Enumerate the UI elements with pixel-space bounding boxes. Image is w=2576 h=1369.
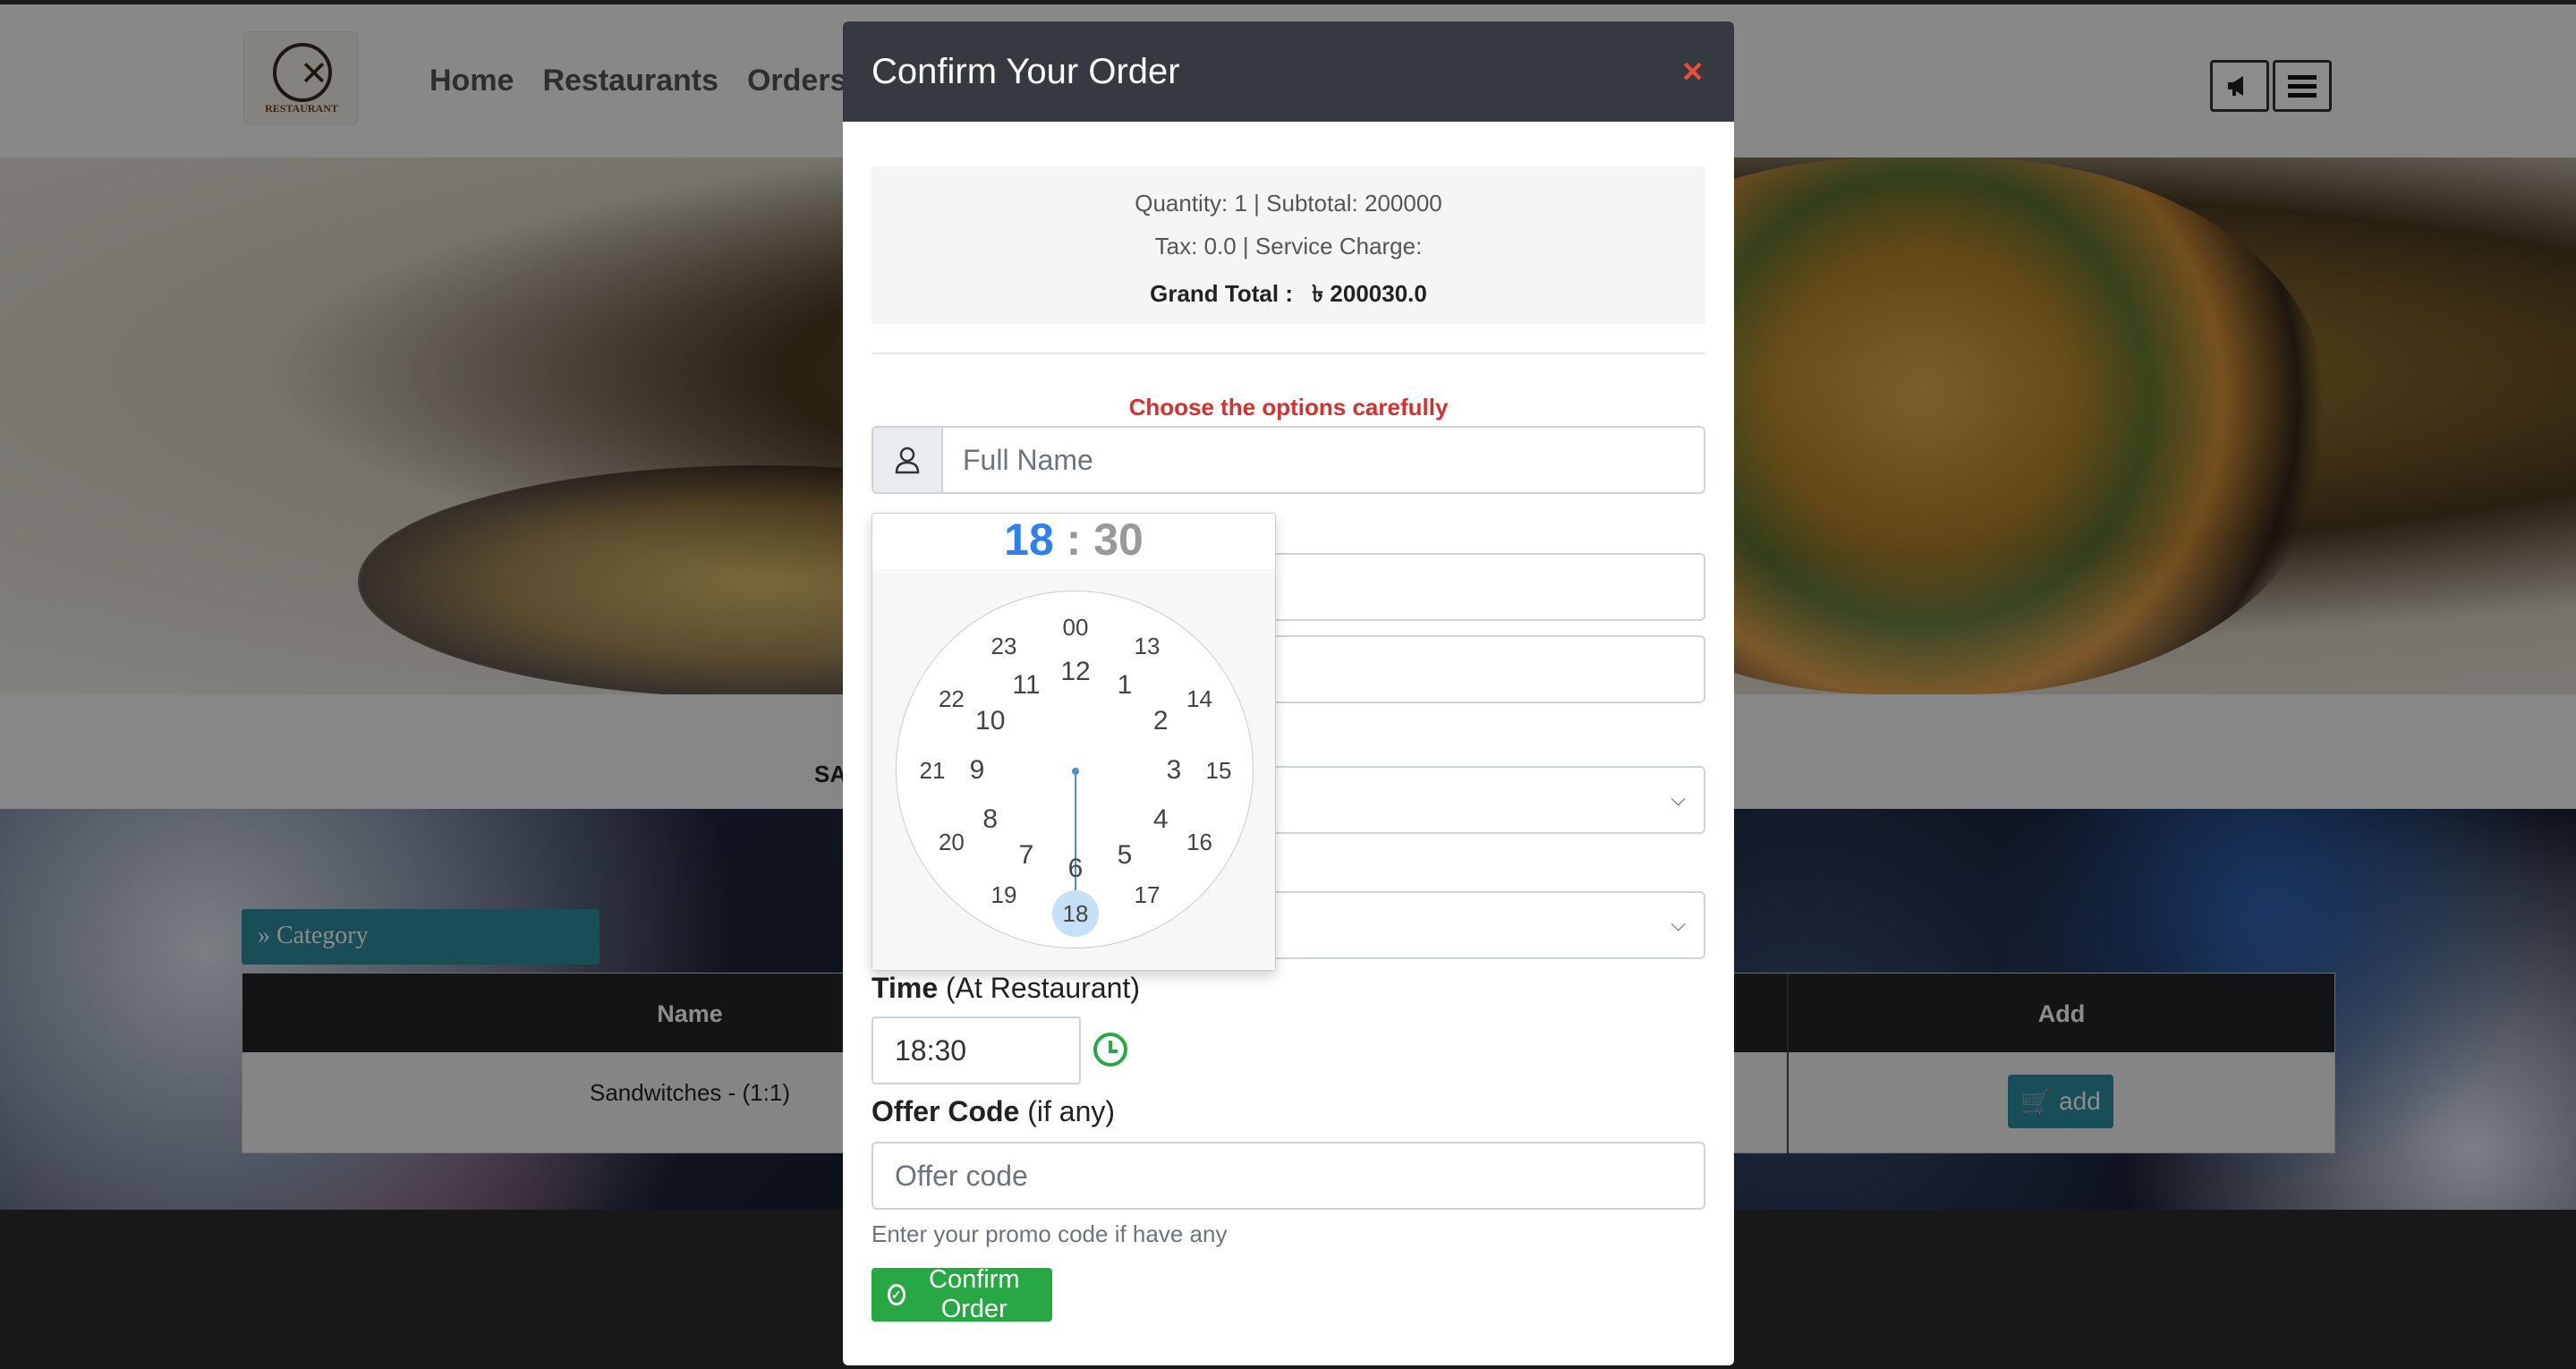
clock-hour-10[interactable]: 10 — [975, 708, 1005, 735]
time-separator: : — [1066, 514, 1082, 565]
close-button[interactable]: × — [1682, 54, 1703, 89]
clock-hour-22[interactable]: 22 — [939, 687, 965, 710]
clock-picker-body: 12 1 2 3 4 5 6 7 8 9 10 11 00 13 14 15 16 17 18 19 20 21 22 23 — [872, 569, 1275, 970]
time-label-rest: (At Restaurant) — [938, 972, 1140, 1004]
time-label: Time (At Restaurant) — [871, 972, 1140, 1005]
clock-picker-header: 18 : 30 — [872, 514, 1275, 569]
clock-hour-11[interactable]: 11 — [1012, 671, 1040, 699]
clock-hour-7[interactable]: 7 — [1019, 842, 1034, 869]
confirm-order-button[interactable]: ✓ Confirm Order — [871, 1265, 1052, 1323]
check-circle-icon: ✓ — [888, 1284, 905, 1305]
clock-hour-3[interactable]: 3 — [1167, 757, 1182, 784]
clock-hour-20[interactable]: 20 — [939, 830, 965, 854]
confirm-order-label: Confirm Order — [929, 1265, 1020, 1323]
offer-code-label: Offer Code (if any) — [871, 1095, 1115, 1128]
offer-help-text: Enter your promo code if have any — [871, 1220, 1228, 1247]
offer-label-rest: (if any) — [1019, 1095, 1116, 1127]
clock-hour-13[interactable]: 13 — [1135, 634, 1160, 658]
divider — [871, 353, 1705, 354]
clock-picker: 18 : 30 12 1 2 3 4 5 6 7 8 9 10 11 00 13 14 15 16 17 18 19 2… — [871, 513, 1276, 971]
clock-hour-17[interactable]: 17 — [1135, 883, 1160, 906]
summary-tax-service: Tax: 0.0 | Service Charge: — [1154, 233, 1423, 259]
clock-icon[interactable] — [1093, 1033, 1127, 1067]
clock-dial[interactable]: 12 1 2 3 4 5 6 7 8 9 10 11 00 13 14 15 16 17 18 19 20 21 22 23 — [896, 591, 1254, 948]
clock-center — [1072, 768, 1079, 775]
grand-total-label: Grand Total : — [1150, 280, 1293, 307]
clock-hour-2[interactable]: 2 — [1153, 708, 1169, 735]
summary-grand-total: Grand Total : ৳ 200030.0 — [871, 276, 1705, 315]
currency-icon: ৳ — [1312, 280, 1324, 307]
warning-text: Choose the options carefully — [1128, 394, 1449, 421]
clock-hour-00[interactable]: 00 — [1063, 616, 1089, 639]
clock-hour-8[interactable]: 8 — [982, 806, 998, 833]
order-summary: Quantity: 1 | Subtotal: 200000 Tax: 0.0 … — [871, 166, 1705, 324]
clock-hour-9[interactable]: 9 — [970, 757, 985, 784]
full-name-group — [871, 426, 1705, 494]
full-name-input[interactable] — [941, 426, 1705, 494]
clock-hour-18[interactable]: 18 — [1052, 890, 1099, 937]
offer-label-bold: Offer Code — [871, 1095, 1020, 1127]
offer-code-input[interactable] — [871, 1142, 1705, 1210]
clock-hour-12[interactable]: 12 — [1060, 659, 1090, 685]
clock-hour-4[interactable]: 4 — [1153, 806, 1169, 833]
clock-hour-15[interactable]: 15 — [1206, 759, 1232, 782]
selected-minute[interactable]: 30 — [1093, 514, 1143, 565]
modal-header: Confirm Your Order × — [843, 21, 1734, 122]
time-label-bold: Time — [871, 972, 939, 1004]
clock-hour-19[interactable]: 19 — [991, 883, 1017, 906]
clock-hour-5[interactable]: 5 — [1118, 842, 1133, 869]
user-icon — [871, 426, 943, 494]
clock-hand — [1075, 770, 1076, 905]
clock-hour-23[interactable]: 23 — [991, 634, 1017, 658]
clock-hour-21[interactable]: 21 — [920, 759, 946, 782]
selected-hour[interactable]: 18 — [1004, 514, 1054, 565]
clock-hour-14[interactable]: 14 — [1186, 687, 1212, 710]
chevron-down-icon: ⌵ — [1671, 787, 1686, 810]
grand-total-value: 200030.0 — [1330, 280, 1427, 307]
time-input[interactable] — [871, 1016, 1081, 1084]
clock-hour-1[interactable]: 1 — [1118, 671, 1133, 699]
summary-quantity-subtotal: Quantity: 1 | Subtotal: 200000 — [1135, 190, 1442, 217]
clock-hour-6[interactable]: 6 — [1068, 855, 1084, 882]
modal-title: Confirm Your Order — [871, 52, 1180, 91]
clock-hour-16[interactable]: 16 — [1186, 830, 1212, 854]
chevron-down-icon: ⌵ — [1671, 913, 1686, 935]
